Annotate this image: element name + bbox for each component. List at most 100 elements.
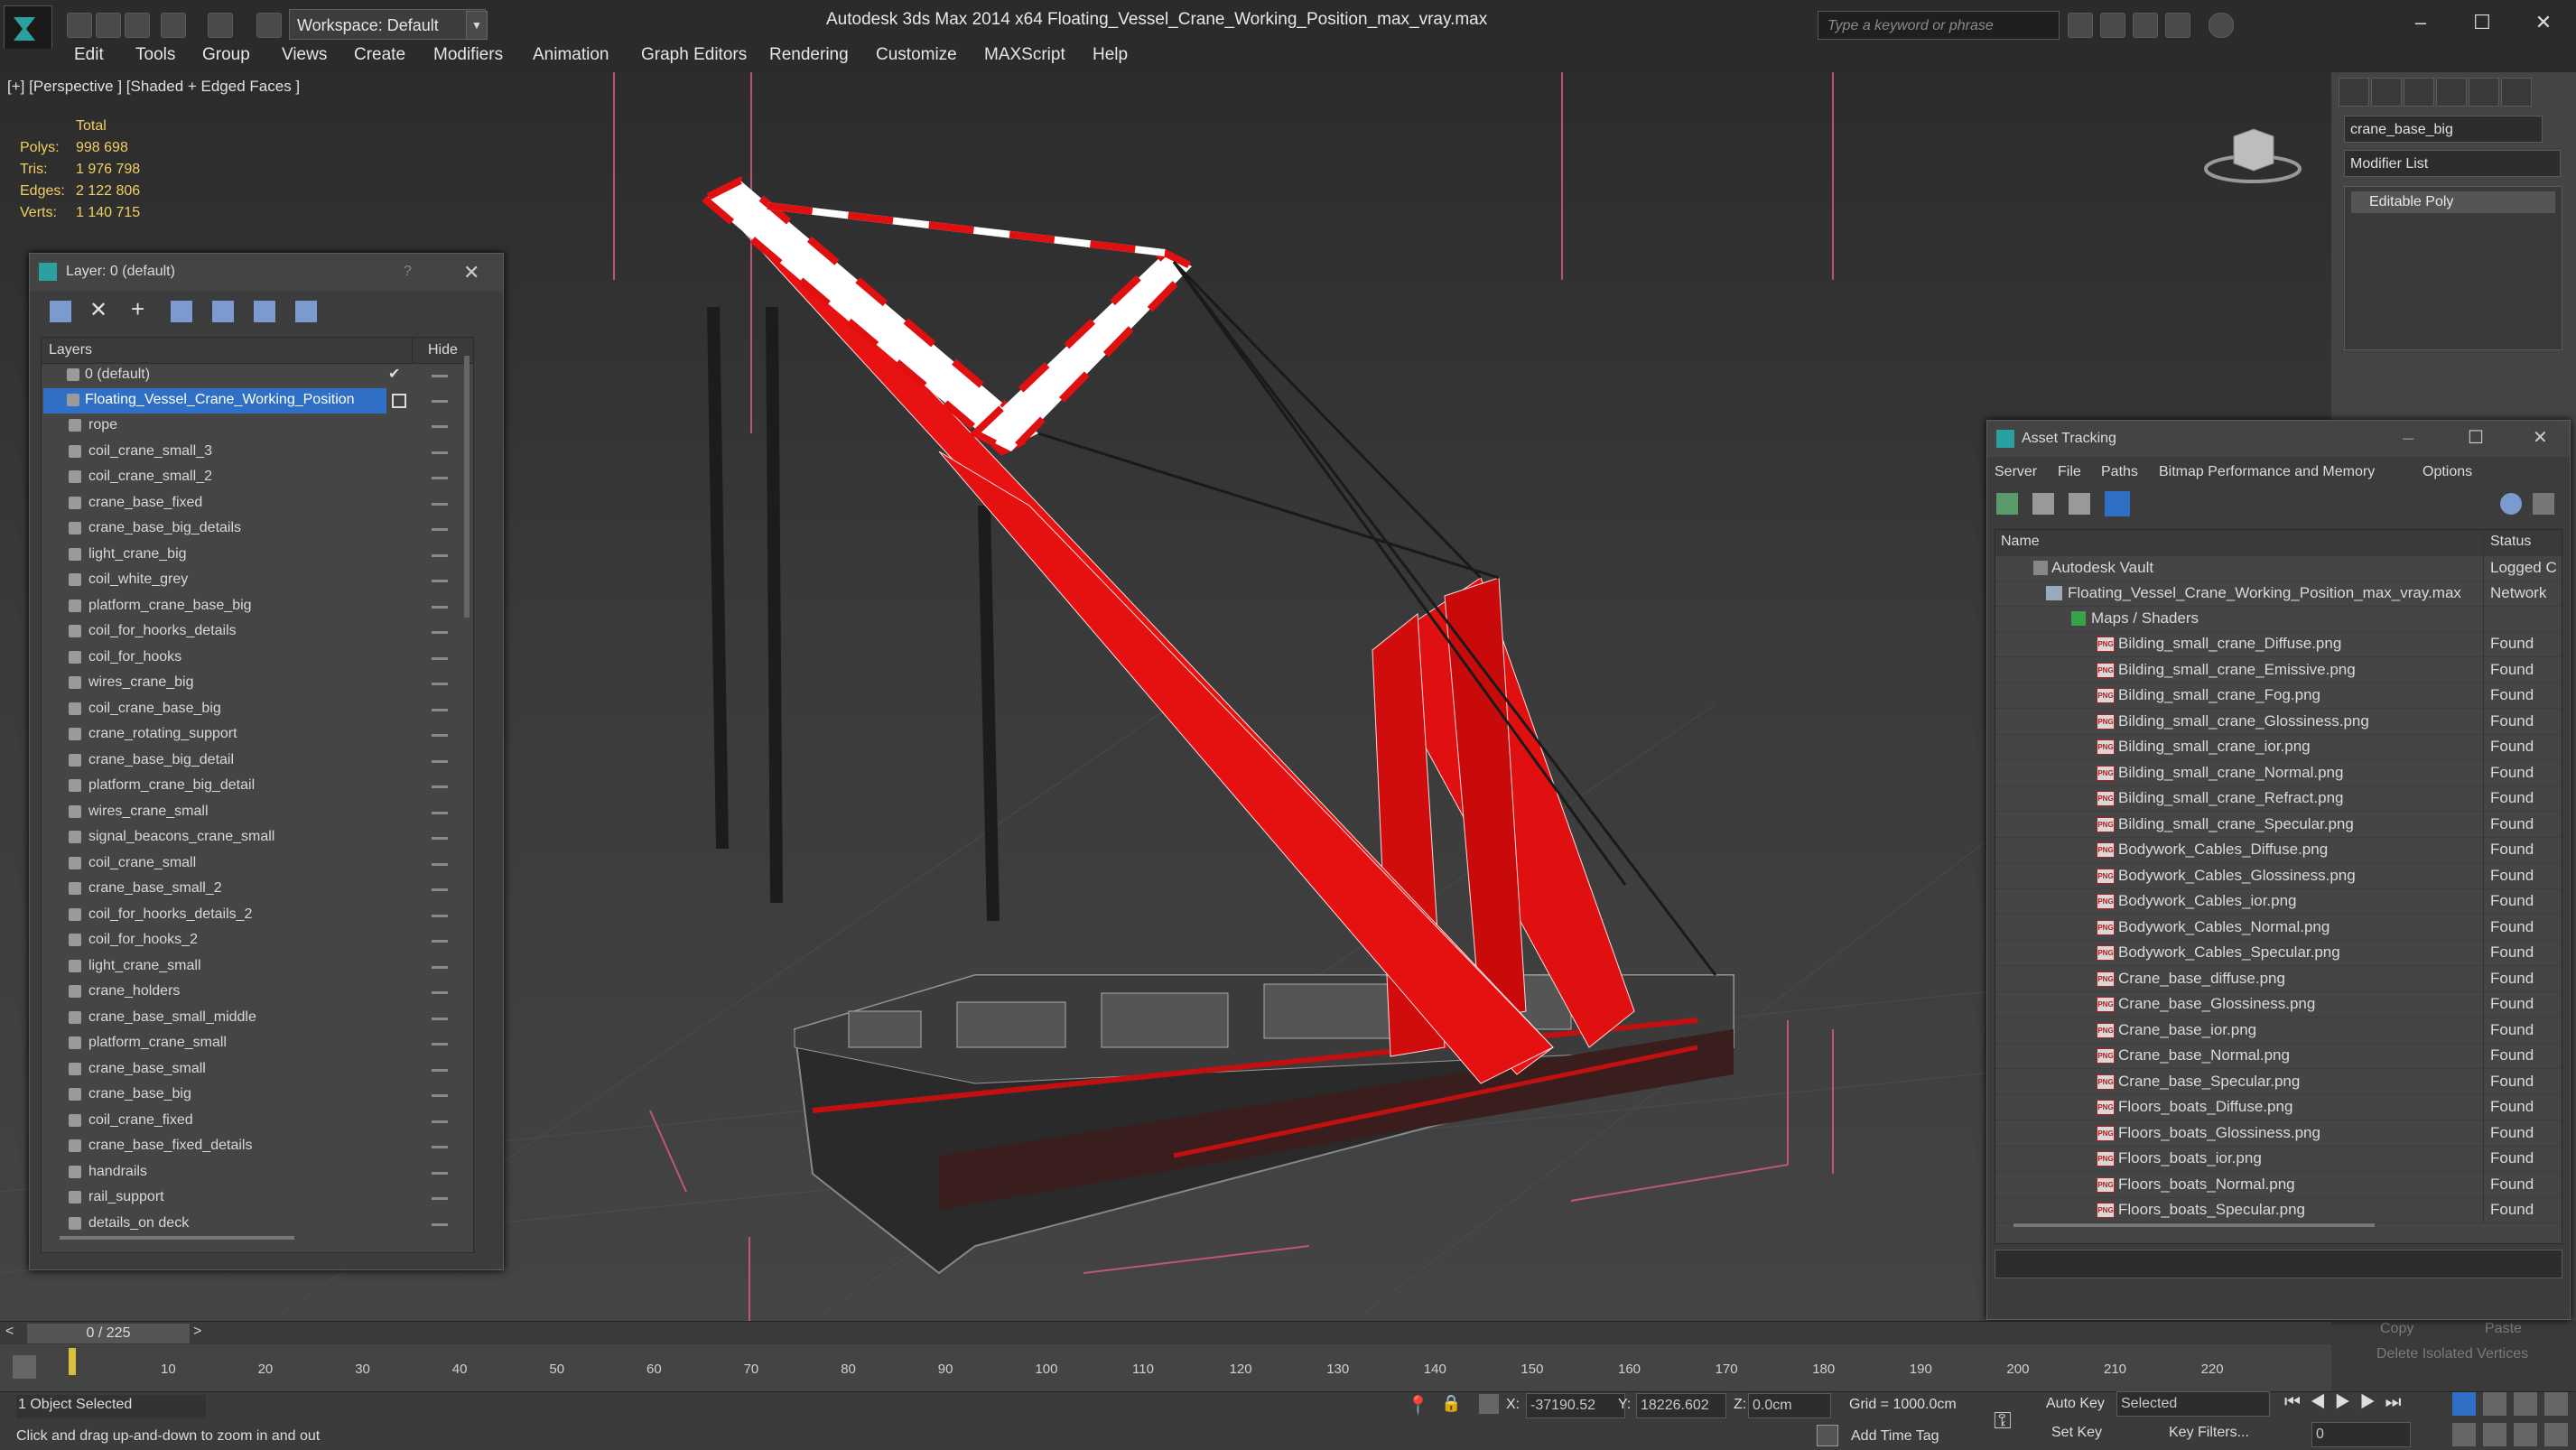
layer-object-row[interactable]: signal_beacons_crane_small [42,825,473,850]
menu-help[interactable]: Help [1093,45,1128,65]
add-time-tag[interactable]: Add Time Tag [1851,1428,1939,1445]
hide-all-layers-icon[interactable] [254,301,275,322]
layer-object-row[interactable]: details_on deck [42,1212,473,1237]
layer-object-row[interactable]: crane_base_big_details [42,516,473,542]
close-icon[interactable]: ✕ [2528,9,2559,36]
close-icon[interactable]: ✕ [463,261,479,284]
asset-row-map[interactable]: PNG Bilding_small_crane_Emissive.png Found [1995,656,2562,683]
hide-toggle[interactable] [432,940,448,943]
asset-menu-server[interactable]: Server [1995,464,2037,480]
viewcube-icon[interactable] [2203,122,2302,185]
asset-row-map[interactable]: PNG Bilding_small_crane_Diffuse.png Found [1995,631,2562,657]
layer-object-row[interactable]: coil_for_hooks_2 [42,928,473,953]
hide-toggle[interactable] [432,605,448,609]
modifier-list-dropdown[interactable]: Modifier List [2344,150,2561,177]
hide-toggle[interactable] [432,759,448,763]
hide-toggle[interactable] [432,425,448,428]
asset-row-map[interactable]: PNG Bodywork_Cables_Specular.png Found [1995,940,2562,966]
delete-isolated-vertices-checkbox[interactable]: Delete Isolated Vertices [2376,1346,2528,1362]
layer-object-row[interactable]: coil_crane_fixed [42,1109,473,1134]
key-icon[interactable]: ⚿ [1994,1407,2012,1436]
refresh-icon[interactable] [1996,493,2018,515]
asset-row-map[interactable]: PNG Floors_boats_Specular.png Found [1995,1197,2562,1223]
hide-toggle[interactable] [432,811,448,814]
auto-key-button[interactable]: Auto Key [2046,1396,2105,1412]
absolute-mode-icon[interactable] [1479,1394,1499,1414]
redo-icon[interactable] [208,13,233,38]
y-coordinate-field[interactable]: 18226.602 [1636,1393,1726,1418]
hide-toggle[interactable] [432,1120,448,1123]
hide-toggle[interactable] [432,1171,448,1175]
hide-toggle[interactable] [432,888,448,891]
layer-object-row[interactable]: crane_holders [42,980,473,1005]
asset-row-map[interactable]: PNG Floors_boats_ior.png Found [1995,1146,2562,1172]
layer-object-row[interactable]: rope [42,414,473,439]
viewport-label[interactable]: [+] [Perspective ] [Shaded + Edged Faces… [7,78,300,96]
select-in-layer-icon[interactable] [171,301,192,322]
orbit-icon[interactable] [2514,1423,2537,1446]
modifier-stack-item[interactable]: Editable Poly [2351,191,2555,213]
open-file-icon[interactable] [96,13,121,38]
hide-toggle[interactable] [432,580,448,582]
help-icon[interactable]: ? [404,264,412,280]
layer-object-row[interactable]: coil_crane_small [42,851,473,877]
delete-layer-icon[interactable]: ✕ [89,297,107,323]
x-coordinate-field[interactable]: -37190.52 [1526,1393,1625,1418]
z-coordinate-field[interactable]: 0.0cm [1748,1393,1831,1418]
layer-object-row[interactable]: coil_for_hooks [42,646,473,671]
menu-animation[interactable]: Animation [533,45,609,65]
playback-controls-icon[interactable]: ⏮◀▶▶⏭ [2284,1392,2420,1416]
layer-object-row[interactable]: coil_crane_base_big [42,697,473,722]
menu-group[interactable]: Group [202,45,250,65]
communication-center-icon[interactable] [2100,13,2125,38]
asset-row-map[interactable]: PNG Bodywork_Cables_Normal.png Found [1995,914,2562,941]
asset-menu-paths[interactable]: Paths [2101,464,2138,480]
hide-toggle[interactable] [432,862,448,866]
hide-toggle[interactable] [432,683,448,685]
search-input[interactable]: Type a keyword or phrase [1818,11,2060,40]
object-name-field[interactable]: crane_base_big [2344,116,2543,143]
layer-object-row[interactable]: platform_crane_small [42,1031,473,1056]
menu-create[interactable]: Create [354,45,405,65]
asset-row-maps-folder[interactable]: Maps / Shaders [1995,606,2562,632]
maximize-icon[interactable]: ☐ [2468,426,2484,449]
layer-object-row[interactable]: platform_crane_big_detail [42,774,473,799]
asset-row-map[interactable]: PNG Floors_boats_Diffuse.png Found [1995,1094,2562,1120]
menu-edit[interactable]: Edit [74,45,104,65]
asset-row-map[interactable]: PNG Bilding_small_crane_Fog.png Found [1995,683,2562,709]
asset-row-map[interactable]: PNG Bilding_small_crane_Normal.png Found [1995,759,2562,786]
hide-toggle[interactable] [432,375,448,377]
modify-tab-icon[interactable] [2371,78,2402,107]
display-tab-icon[interactable] [2469,78,2499,107]
hide-toggle[interactable] [432,1197,448,1200]
zoom-icon[interactable] [2452,1392,2476,1416]
asset-menu-file[interactable]: File [2058,464,2081,480]
asset-row-map[interactable]: PNG Crane_base_Normal.png Found [1995,1043,2562,1069]
menu-customize[interactable]: Customize [876,45,957,65]
asset-row-map[interactable]: PNG Crane_base_diffuse.png Found [1995,965,2562,992]
time-tag-icon[interactable] [1817,1425,1838,1446]
utilities-tab-icon[interactable] [2501,78,2532,107]
small-icons-view-icon[interactable] [2069,493,2090,515]
horizontal-scrollbar[interactable] [60,1236,294,1240]
menu-rendering[interactable]: Rendering [769,45,849,65]
vertical-scrollbar[interactable] [464,356,470,618]
asset-row-map[interactable]: PNG Bilding_small_crane_Specular.png Found [1995,811,2562,838]
maximize-viewport-icon[interactable] [2544,1423,2568,1446]
time-slider-thumb[interactable]: 0 / 225 [27,1324,190,1343]
layer-object-row[interactable]: handrails [42,1160,473,1185]
layer-object-row[interactable]: coil_crane_small_2 [42,465,473,490]
hide-toggle[interactable] [432,914,448,917]
maximize-icon[interactable]: ☐ [2467,9,2497,36]
current-frame-marker[interactable] [69,1348,76,1375]
hide-toggle[interactable] [432,785,448,788]
hide-toggle[interactable] [432,502,448,506]
asset-panel-titlebar[interactable]: Asset Tracking – ☐ ✕ [1987,421,2570,457]
freeze-all-layers-icon[interactable] [295,301,317,322]
asset-row-map[interactable]: PNG Crane_base_Specular.png Found [1995,1068,2562,1095]
list-view-icon[interactable] [2032,493,2054,515]
new-file-icon[interactable] [67,13,92,38]
undo-icon[interactable] [161,13,186,38]
pan-view-icon[interactable] [2483,1423,2506,1446]
hide-toggle[interactable] [432,734,448,737]
